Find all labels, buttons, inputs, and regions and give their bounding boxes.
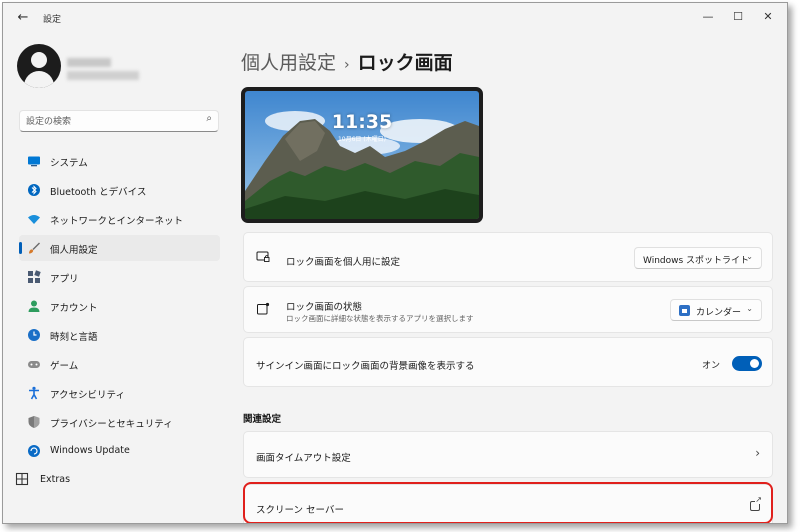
sidebar-item-system[interactable]: システム bbox=[19, 148, 220, 174]
screen-timeout-link[interactable]: 画面タイムアウト設定 › bbox=[243, 431, 773, 478]
extras-icon bbox=[15, 472, 29, 486]
shield-icon bbox=[27, 415, 41, 429]
sidebar-item-network[interactable]: ネットワークとインターネット bbox=[19, 206, 220, 232]
sidebar-item-label: アクセシビリティ bbox=[50, 390, 125, 401]
monitor-icon bbox=[27, 154, 41, 168]
accessibility-icon bbox=[27, 386, 41, 400]
breadcrumb-parent[interactable]: 個人用設定 bbox=[241, 52, 336, 74]
page-title: ロック画面 bbox=[357, 52, 453, 74]
calendar-icon bbox=[679, 305, 690, 316]
maximize-button[interactable]: ☐ bbox=[723, 7, 753, 27]
settings-window: ← 設定 — ☐ ✕ ⌕ システム Bluetooth とデバイス bbox=[2, 2, 788, 524]
signin-background-title: サインイン画面にロック画面の背景画像を表示する bbox=[256, 361, 475, 372]
brush-icon bbox=[27, 241, 41, 255]
sidebar-item-apps[interactable]: アプリ bbox=[19, 264, 220, 290]
signin-background-card: サインイン画面にロック画面の背景画像を表示する オン bbox=[243, 337, 773, 387]
user-name-redacted bbox=[67, 58, 111, 67]
lock-screen-preview: 11:35 10月6日 (木曜日) bbox=[241, 87, 483, 223]
preview-time: 11:35 bbox=[331, 111, 393, 133]
sidebar-item-label: Windows Update bbox=[50, 445, 130, 456]
chevron-right-icon: › bbox=[755, 446, 760, 460]
sidebar-item-accounts[interactable]: アカウント bbox=[19, 293, 220, 319]
sidebar-nav: システム Bluetooth とデバイス ネットワークとインターネット 個人用設… bbox=[19, 148, 220, 467]
sidebar-item-label: アカウント bbox=[50, 303, 98, 314]
sidebar-item-label: Extras bbox=[40, 474, 71, 485]
title-bar: ← 設定 — ☐ ✕ bbox=[3, 3, 787, 33]
sidebar-item-bluetooth[interactable]: Bluetooth とデバイス bbox=[19, 177, 220, 203]
red-highlight-box bbox=[243, 482, 773, 523]
sidebar-item-label: アプリ bbox=[50, 274, 79, 285]
update-icon bbox=[27, 444, 41, 458]
breadcrumb: 個人用設定 › ロック画面 bbox=[241, 48, 453, 75]
lock-screen-status-title: ロック画面の状態 bbox=[286, 302, 363, 313]
lock-screen-status-dropdown[interactable]: カレンダー ⌄ bbox=[670, 299, 762, 321]
toggle-state-label: オン bbox=[701, 361, 720, 371]
related-settings-heading: 関連設定 bbox=[243, 414, 282, 425]
status-square-icon bbox=[256, 302, 270, 319]
lock-screen-status-description: ロック画面に詳細な状態を表示するアプリを選択します bbox=[286, 314, 474, 323]
bluetooth-icon bbox=[27, 183, 41, 197]
user-email-redacted bbox=[67, 71, 139, 80]
dropdown-value: カレンダー bbox=[696, 308, 742, 318]
lock-screen-personalize-card: ロック画面を個人用に設定 Windows スポットライト ⌄ bbox=[243, 232, 773, 282]
sidebar-item-windows-update[interactable]: Windows Update bbox=[19, 438, 220, 464]
chevron-down-icon: ⌄ bbox=[746, 304, 753, 313]
search-input[interactable] bbox=[26, 114, 196, 129]
close-button[interactable]: ✕ bbox=[753, 7, 783, 27]
sidebar-item-gaming[interactable]: ゲーム bbox=[19, 351, 220, 377]
sidebar-item-label: ゲーム bbox=[50, 361, 79, 372]
wifi-icon bbox=[27, 212, 41, 226]
search-icon[interactable]: ⌕ bbox=[206, 113, 212, 124]
dropdown-value: Windows スポットライト bbox=[643, 256, 750, 266]
sidebar-item-time-language[interactable]: 時刻と言語 bbox=[19, 322, 220, 348]
breadcrumb-separator: › bbox=[344, 57, 350, 73]
sidebar-item-label: ネットワークとインターネット bbox=[50, 216, 184, 227]
lock-screen-personalize-dropdown[interactable]: Windows スポットライト ⌄ bbox=[634, 247, 762, 269]
sidebar-item-extras[interactable]: Extras bbox=[13, 469, 213, 491]
active-indicator bbox=[19, 242, 22, 254]
sidebar-item-privacy-security[interactable]: プライバシーとセキュリティ bbox=[19, 409, 220, 435]
screen-timeout-title: 画面タイムアウト設定 bbox=[256, 453, 351, 464]
minimize-button[interactable]: — bbox=[693, 7, 723, 27]
lock-screen-personalize-title: ロック画面を個人用に設定 bbox=[286, 257, 401, 268]
avatar[interactable] bbox=[17, 44, 61, 88]
back-arrow-icon[interactable]: ← bbox=[13, 9, 33, 27]
search-box[interactable]: ⌕ bbox=[19, 110, 219, 132]
sidebar-item-label: 個人用設定 bbox=[50, 245, 98, 256]
apps-icon bbox=[27, 270, 41, 284]
signin-background-toggle[interactable] bbox=[732, 356, 762, 371]
globe-clock-icon bbox=[27, 328, 41, 342]
sidebar-item-label: 時刻と言語 bbox=[50, 332, 98, 343]
preview-date: 10月6日 (木曜日) bbox=[337, 136, 387, 143]
person-icon bbox=[27, 299, 41, 313]
gamepad-icon bbox=[27, 357, 41, 371]
lock-screen-monitor-icon bbox=[256, 250, 270, 267]
sidebar-item-accessibility[interactable]: アクセシビリティ bbox=[19, 380, 220, 406]
chevron-down-icon: ⌄ bbox=[746, 252, 753, 261]
lock-screen-status-card: ロック画面の状態 ロック画面に詳細な状態を表示するアプリを選択します カレンダー… bbox=[243, 286, 773, 333]
sidebar-item-label: Bluetooth とデバイス bbox=[50, 187, 147, 198]
toggle-knob bbox=[750, 359, 759, 368]
sidebar-item-label: プライバシーとセキュリティ bbox=[50, 419, 173, 430]
sidebar-item-label: システム bbox=[50, 158, 88, 169]
app-title: 設定 bbox=[43, 15, 62, 25]
sidebar-item-personalization[interactable]: 個人用設定 bbox=[19, 235, 220, 261]
